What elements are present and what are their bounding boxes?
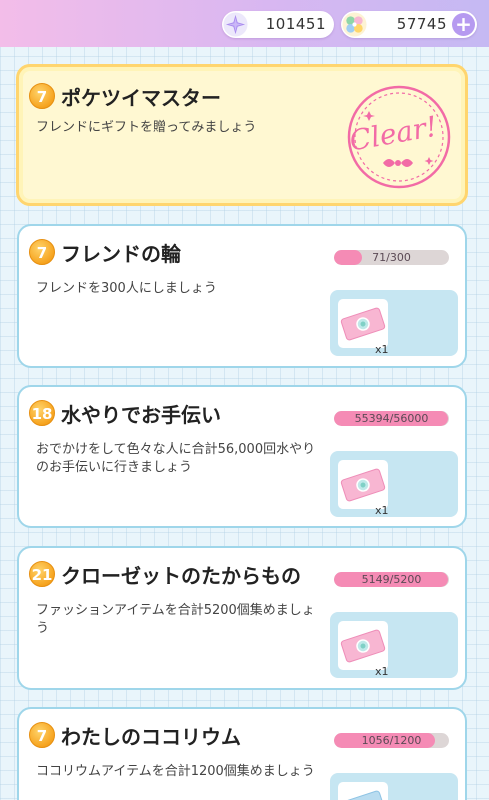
reward-item[interactable]: x1	[338, 460, 389, 517]
mission-title: 水やりでお手伝い	[61, 403, 221, 427]
mission-description: フレンドにギフトを贈ってみましょう	[36, 120, 257, 135]
mission-card[interactable]: 18 水やりでお手伝い 55394/56000 おでかけをして色々な人に合計56…	[17, 385, 467, 528]
level-badge: 18	[29, 400, 55, 426]
reward-box[interactable]: x1	[330, 773, 458, 800]
ticket-icon	[340, 307, 386, 341]
add-clover-button[interactable]: +	[452, 13, 475, 36]
reward-item[interactable]: x1	[338, 621, 389, 678]
reward-item[interactable]: x1	[338, 782, 388, 800]
mission-card[interactable]: 7 フレンドの輪 71/300 フレンドを300人にしましょう x1	[17, 224, 467, 368]
mission-title: クローゼットのたからもの	[61, 564, 301, 588]
progress-bar: 71/300	[334, 250, 449, 265]
level-badge: 7	[29, 722, 55, 748]
progress-bar: 1056/1200	[334, 733, 449, 748]
clover-counter[interactable]: 57745 +	[341, 11, 477, 38]
reward-box[interactable]: x1	[330, 451, 458, 517]
progress-bar: 5149/5200	[334, 572, 449, 587]
sparkle-gem-icon	[223, 12, 248, 37]
reward-box[interactable]: x1	[330, 612, 458, 678]
level-badge: 21	[29, 561, 55, 587]
top-bar: 101451 57745 +	[0, 0, 489, 47]
stamp-text: Clear!	[347, 110, 440, 158]
mission-title: ポケツイマスター	[61, 86, 221, 110]
mission-description: おでかけをして色々な人に合計56,000回水やりのお手伝いに行きましょう	[36, 442, 316, 475]
ticket-icon	[340, 468, 386, 502]
clover-count: 57745	[396, 15, 447, 33]
mission-description: フレンドを300人にしましょう	[36, 281, 217, 296]
mission-card[interactable]: 7 わたしのココリウム 1056/1200 ココリウムアイテムを合計1200個集…	[17, 707, 467, 800]
mission-card-cleared[interactable]: 7 ポケツイマスター フレンドにギフトを贈ってみましょう Clear!	[16, 64, 468, 206]
mission-card[interactable]: 21 クローゼットのたからもの 5149/5200 ファッションアイテムを合計5…	[17, 546, 467, 690]
gem-counter[interactable]: 101451	[222, 11, 334, 38]
ticket-icon	[340, 629, 386, 663]
level-badge: 7	[29, 83, 55, 109]
level-badge: 7	[29, 239, 55, 265]
reward-item[interactable]: x1	[338, 299, 389, 356]
ticket-icon	[340, 790, 386, 800]
reward-quantity: x1	[375, 343, 389, 356]
reward-quantity: x1	[375, 665, 389, 678]
progress-text: 1056/1200	[361, 734, 422, 747]
clover-icon	[342, 12, 367, 37]
reward-quantity: x1	[375, 504, 389, 517]
clear-stamp-icon: Clear!	[347, 85, 451, 189]
mission-description: ファッションアイテムを合計5200個集めましょう	[36, 603, 315, 636]
mission-description: ココリウムアイテムを合計1200個集めましょう	[36, 764, 315, 779]
progress-bar: 55394/56000	[334, 411, 449, 426]
gem-count: 101451	[265, 15, 326, 33]
progress-text: 5149/5200	[361, 573, 422, 586]
progress-text: 71/300	[372, 251, 411, 264]
progress-text: 55394/56000	[354, 412, 429, 425]
mission-title: フレンドの輪	[61, 242, 181, 266]
mission-title: わたしのココリウム	[61, 725, 241, 749]
reward-box[interactable]: x1	[330, 290, 458, 356]
